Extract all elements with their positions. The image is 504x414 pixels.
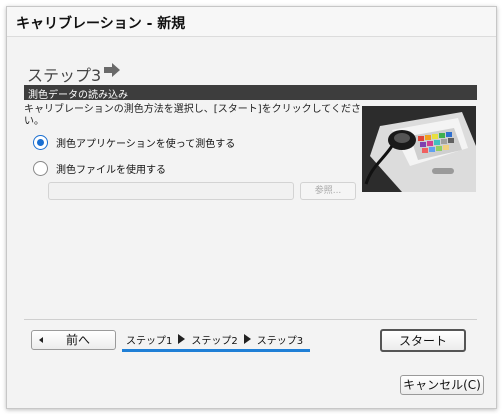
radio-measure-file[interactable] bbox=[33, 160, 48, 176]
cancel-button[interactable]: キャンセル(C) bbox=[400, 375, 484, 395]
chevron-left-icon bbox=[39, 337, 43, 343]
window-title: キャリブレーション - 新規 bbox=[16, 16, 186, 32]
section-header-label: 測色データの読み込み bbox=[28, 90, 128, 101]
section-header: 測色データの読み込み bbox=[24, 85, 477, 101]
step-title: ステップ3 bbox=[27, 66, 102, 85]
start-button[interactable]: スタート bbox=[380, 329, 466, 352]
prev-button-label: 前へ bbox=[66, 333, 91, 347]
calibration-dialog: キャリブレーション - 新規 ステップ3 測色データの読み込み キャリブレーショ… bbox=[6, 6, 497, 409]
step-indicator: ステップ1 ステップ2 ステップ3 bbox=[126, 332, 304, 347]
option-measure-file-label: 測色ファイルを使用する bbox=[56, 164, 166, 176]
file-path-field bbox=[48, 182, 294, 200]
title-bar: キャリブレーション - 新規 bbox=[7, 7, 496, 37]
browse-button: 参照... bbox=[300, 182, 356, 200]
measurement-device-illustration bbox=[362, 106, 476, 192]
divider bbox=[24, 319, 477, 320]
step-progress-bar bbox=[122, 349, 310, 352]
step-indicator-1: ステップ1 bbox=[126, 335, 173, 347]
step-separator-icon bbox=[178, 334, 186, 344]
instruction-text: キャリブレーションの測色方法を選択し、[スタート]をクリックしてください。 bbox=[24, 104, 362, 127]
radio-measure-app[interactable] bbox=[33, 134, 48, 150]
prev-button[interactable]: 前へ bbox=[31, 330, 116, 350]
step-indicator-2: ステップ2 bbox=[191, 335, 238, 347]
step-indicator-3: ステップ3 bbox=[256, 335, 304, 347]
step-separator-icon bbox=[243, 334, 251, 344]
option-measure-app-label: 測色アプリケーションを使って測色する bbox=[56, 138, 236, 150]
option-measure-file[interactable]: 測色ファイルを使用する bbox=[33, 159, 166, 177]
arrow-right-icon bbox=[104, 63, 120, 77]
option-measure-app[interactable]: 測色アプリケーションを使って測色する bbox=[33, 133, 235, 151]
